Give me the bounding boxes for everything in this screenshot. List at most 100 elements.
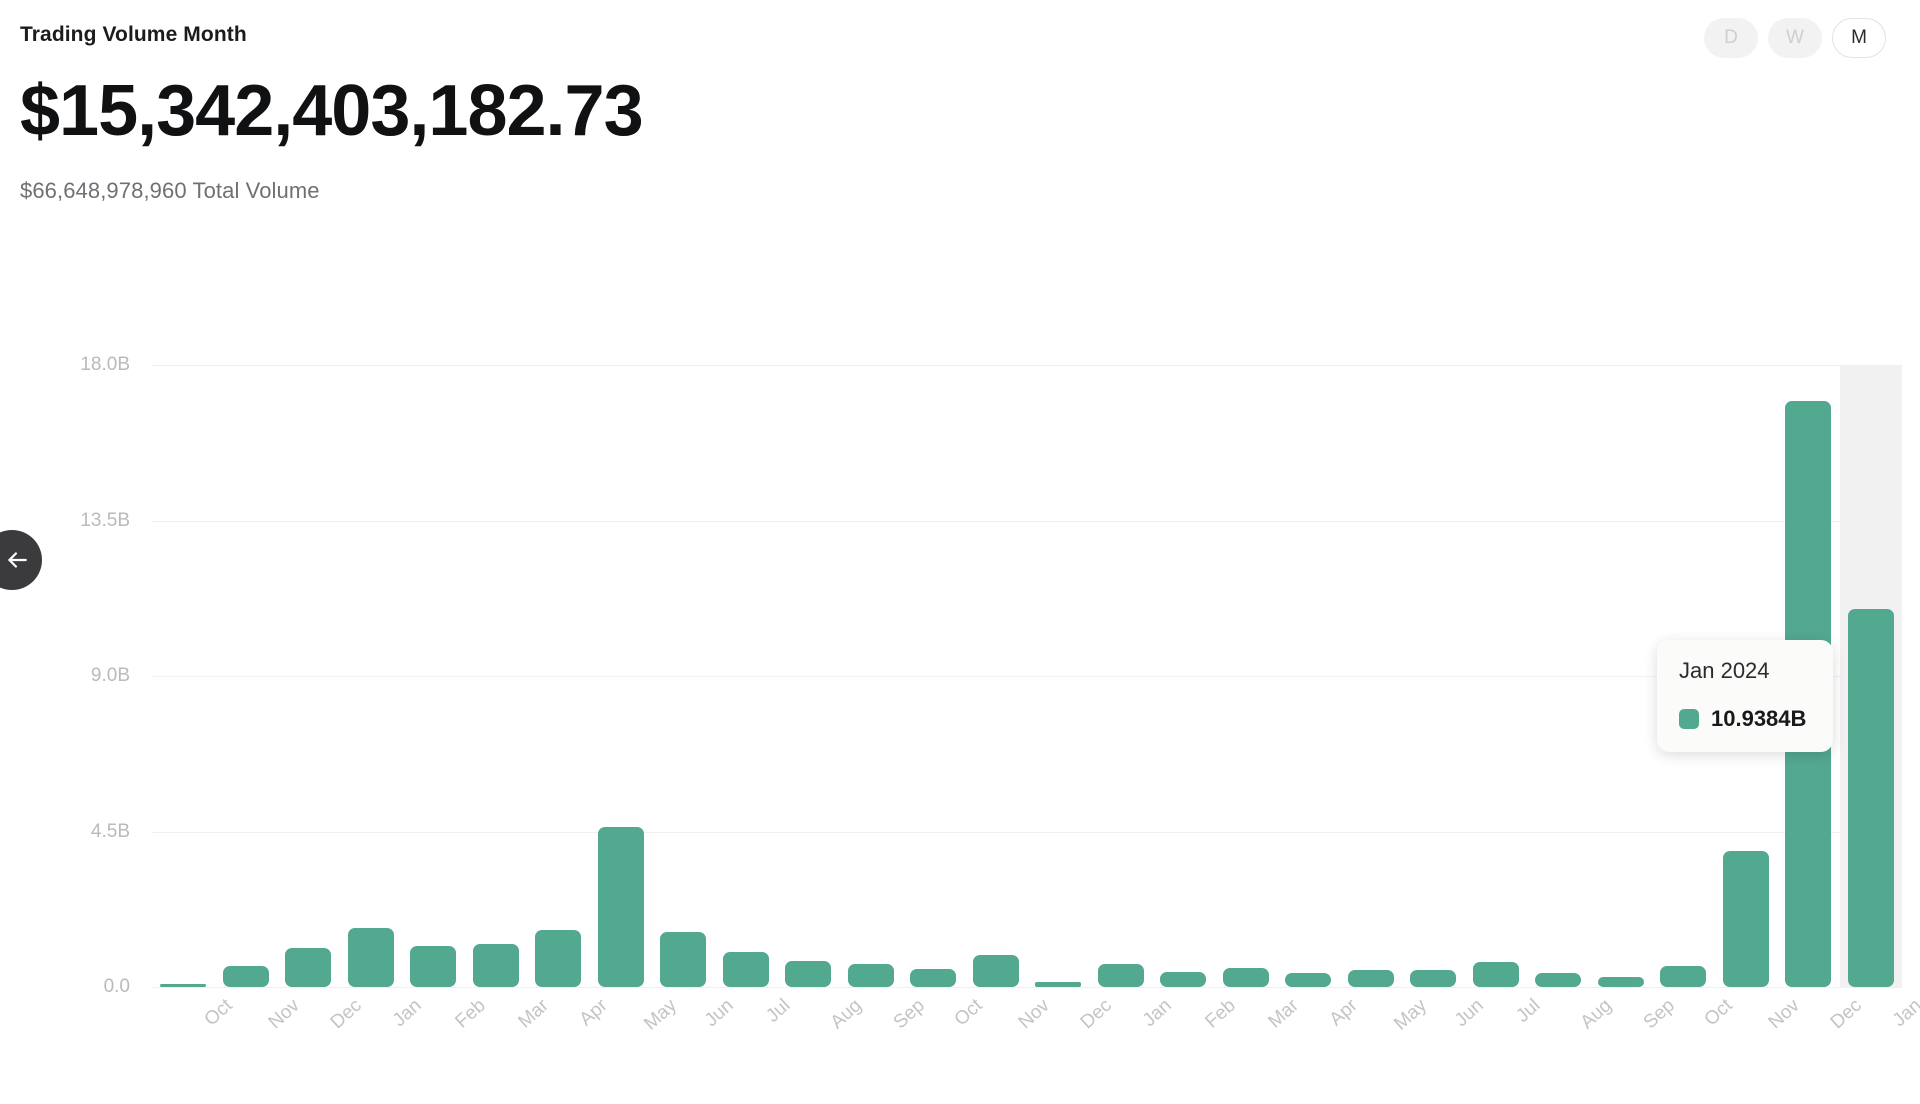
- bar-column[interactable]: [1215, 365, 1278, 987]
- bar[interactable]: [160, 984, 207, 987]
- bar-column[interactable]: [590, 365, 653, 987]
- bar-column[interactable]: [215, 365, 278, 987]
- bar-column[interactable]: [1152, 365, 1215, 987]
- bar-column[interactable]: [652, 365, 715, 987]
- bar-column[interactable]: [902, 365, 965, 987]
- header-top-row: Trading Volume Month D W M: [20, 18, 1896, 58]
- x-axis-tick-label: Nov: [1014, 995, 1054, 1034]
- x-axis-tick-label: Oct: [950, 995, 987, 1031]
- bar-column[interactable]: [1465, 365, 1528, 987]
- bar[interactable]: [285, 948, 332, 987]
- bar[interactable]: [1285, 972, 1332, 987]
- bar-column[interactable]: [1277, 365, 1340, 987]
- chart-plot-area: 0.0 4.5B 9.0B 13.5B 18.0B: [80, 354, 1902, 997]
- bar-column[interactable]: [1090, 365, 1153, 987]
- x-axis-tick-label: Dec: [326, 995, 367, 1034]
- x-axis-tick-label: May: [1389, 995, 1431, 1035]
- bar[interactable]: [472, 943, 519, 987]
- bar[interactable]: [1660, 965, 1707, 987]
- bar[interactable]: [722, 952, 769, 987]
- range-button-day[interactable]: D: [1704, 18, 1758, 58]
- bar-column[interactable]: [715, 365, 778, 987]
- x-axis-tick-label: Feb: [1201, 995, 1241, 1033]
- page-title: Trading Volume Month: [20, 23, 247, 46]
- bar-column[interactable]: [1590, 365, 1653, 987]
- bar[interactable]: [972, 955, 1019, 987]
- bar-column[interactable]: [277, 365, 340, 987]
- x-axis-tick-label: Jun: [701, 995, 738, 1032]
- bar-column[interactable]: [465, 365, 528, 987]
- x-axis-tick-label: Jul: [761, 995, 795, 1027]
- bar-column[interactable]: [152, 365, 215, 987]
- bar-column[interactable]: [777, 365, 840, 987]
- bar-column[interactable]: [840, 365, 903, 987]
- y-axis-tick-label: 9.0B: [90, 665, 130, 686]
- bar[interactable]: [1722, 850, 1769, 987]
- range-button-week[interactable]: W: [1768, 18, 1822, 58]
- primary-value: $15,342,403,182.73: [20, 71, 644, 151]
- x-axis-tick-label: Dec: [1076, 995, 1117, 1034]
- x-axis-tick-label: Aug: [826, 995, 867, 1034]
- bar[interactable]: [535, 929, 582, 987]
- x-axis-tick-label: Aug: [1576, 995, 1617, 1034]
- x-axis-tick-label: Jan: [388, 995, 426, 1032]
- x-axis-tick-label: Oct: [200, 995, 237, 1031]
- bar[interactable]: [1472, 962, 1519, 987]
- bar[interactable]: [1597, 976, 1644, 987]
- x-axis-tick-label: Jan: [1888, 995, 1920, 1032]
- x-axis-tick-label: Jun: [1451, 995, 1488, 1032]
- bar[interactable]: [910, 969, 957, 987]
- bar-column[interactable]: [1027, 365, 1090, 987]
- range-button-month[interactable]: M: [1832, 18, 1886, 58]
- bar-column[interactable]: [402, 365, 465, 987]
- bar-column[interactable]: [1402, 365, 1465, 987]
- bar[interactable]: [1410, 969, 1457, 987]
- y-axis-tick-label: 4.5B: [90, 820, 130, 842]
- bar-series: [152, 365, 1902, 987]
- x-axis-tick-label: Apr: [575, 995, 612, 1031]
- x-axis-tick-label: Mar: [1264, 995, 1303, 1033]
- bar[interactable]: [660, 932, 707, 987]
- chart-tooltip: Jan 2024 10.9384B: [1657, 640, 1833, 753]
- bar[interactable]: [1160, 971, 1207, 987]
- bar-column[interactable]: [340, 365, 403, 987]
- bar-column[interactable]: [965, 365, 1028, 987]
- bar[interactable]: [222, 965, 269, 987]
- y-axis-tick-label: 0.0: [103, 976, 130, 997]
- bar-column[interactable]: [527, 365, 590, 987]
- x-axis-tick-label: Nov: [264, 995, 304, 1034]
- x-axis-tick-label: Sep: [889, 995, 929, 1034]
- bar[interactable]: [847, 963, 894, 987]
- x-axis-tick-label: Jan: [1138, 995, 1176, 1032]
- tooltip-series-row: 10.9384B: [1679, 706, 1811, 732]
- bar[interactable]: [597, 827, 644, 987]
- bar[interactable]: [785, 960, 832, 987]
- tooltip-title: Jan 2024: [1679, 658, 1770, 683]
- x-axis-tick-label: Dec: [1826, 995, 1867, 1034]
- bar[interactable]: [1035, 982, 1082, 987]
- bar[interactable]: [1347, 970, 1394, 987]
- arrow-left-icon: [0, 547, 30, 573]
- x-axis-tick-label: Jul: [1511, 995, 1545, 1027]
- tooltip-color-swatch: [1679, 709, 1699, 730]
- x-axis-labels: Oct Nov Dec Jan Feb Mar Apr May Jun Jul Aug Sep Oct N…: [152, 995, 1920, 1085]
- x-axis-tick-label: Nov: [1764, 995, 1804, 1034]
- bar[interactable]: [1847, 608, 1894, 987]
- y-axis-tick-label: 13.5B: [80, 509, 130, 531]
- bar-column[interactable]: [1527, 365, 1590, 987]
- bar[interactable]: [1222, 967, 1269, 987]
- bar[interactable]: [347, 927, 394, 987]
- card-header: Trading Volume Month D W M $15,342,403,1…: [0, 0, 1920, 204]
- x-axis-tick-label: May: [639, 995, 681, 1035]
- x-axis-tick-label: Sep: [1639, 995, 1679, 1034]
- bar-column[interactable]: [1340, 365, 1403, 987]
- bar[interactable]: [1535, 972, 1582, 987]
- x-axis-tick-label: Mar: [514, 995, 553, 1033]
- secondary-value: $66,648,978,960 Total Volume: [20, 177, 320, 203]
- x-axis-tick-label: Feb: [451, 995, 491, 1033]
- bar[interactable]: [1097, 963, 1144, 987]
- trading-volume-card: Trading Volume Month D W M $15,342,403,1…: [0, 0, 1920, 1104]
- bar[interactable]: [410, 945, 457, 987]
- range-toggle-group: D W M: [1704, 18, 1886, 58]
- x-axis-tick-label: Oct: [1700, 995, 1737, 1031]
